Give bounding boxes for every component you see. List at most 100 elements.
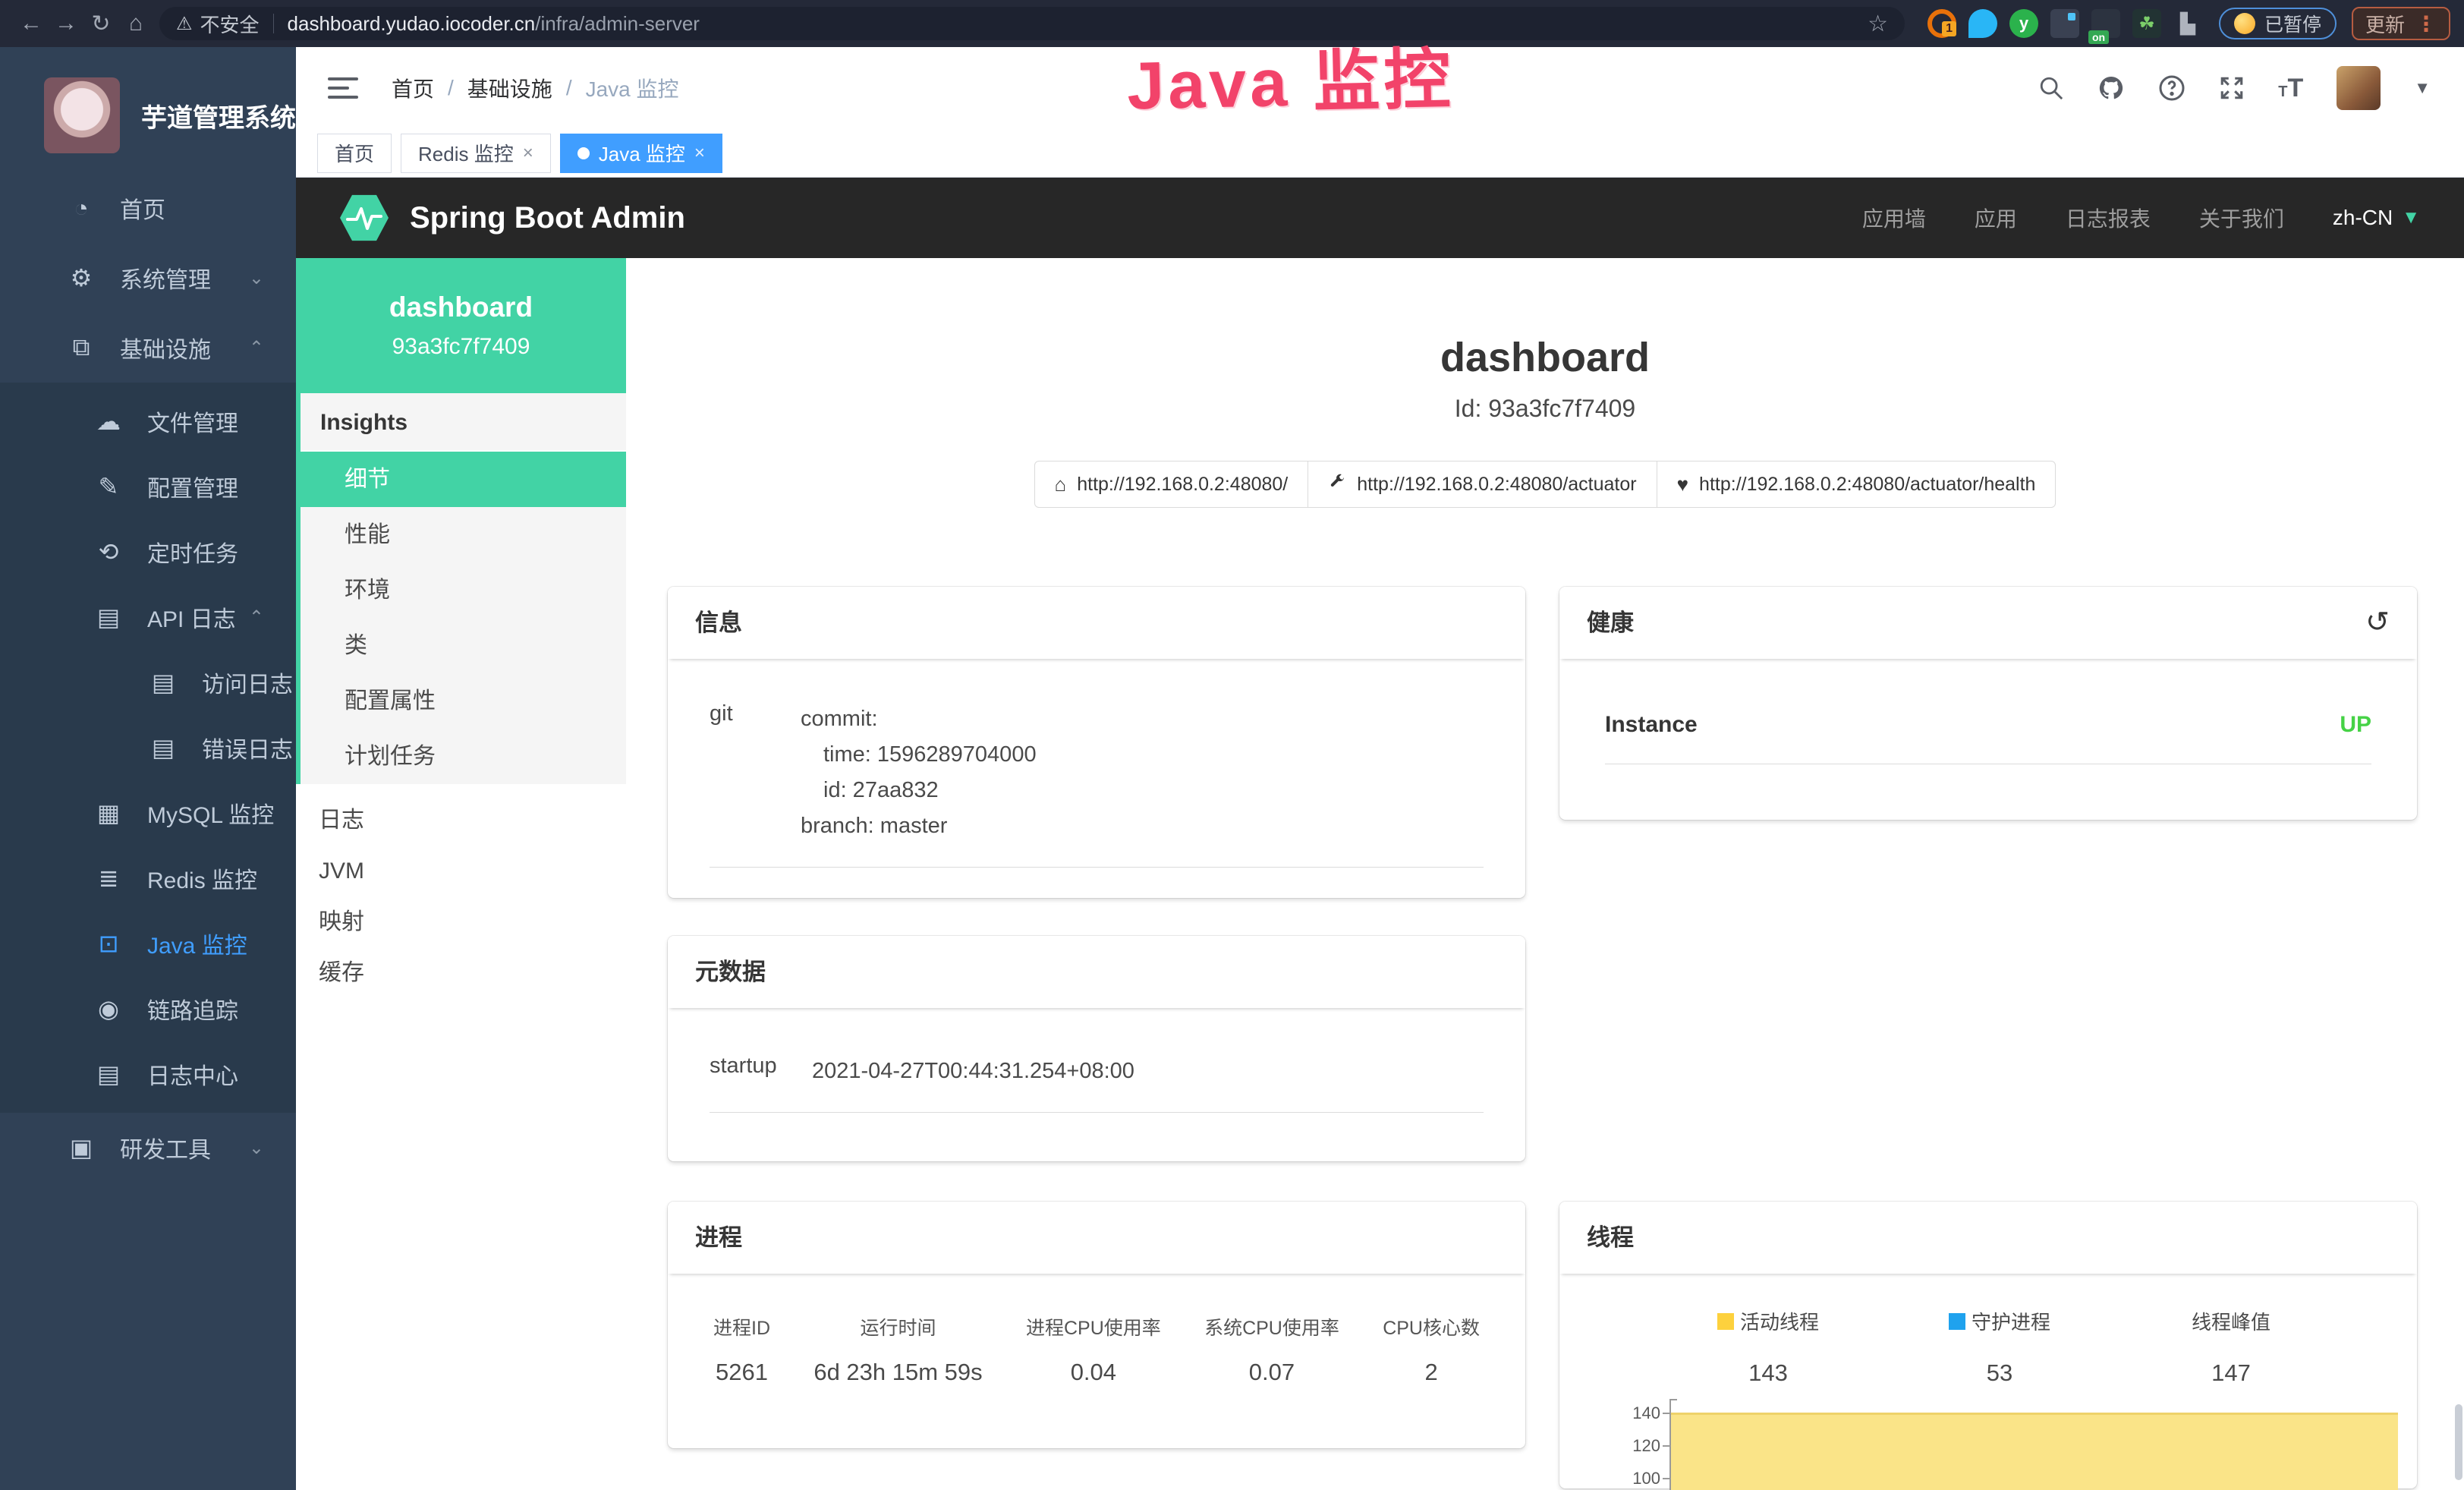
fullscreen-icon[interactable] xyxy=(2219,75,2245,101)
breadcrumb-infrastructure[interactable]: 基础设施 xyxy=(467,73,552,103)
actuator-url-button[interactable]: http://192.168.0.2:48080/actuator xyxy=(1308,461,1657,508)
sidebar-item-config-manage[interactable]: ✎ 配置管理 xyxy=(0,454,296,519)
sba-language-select[interactable]: zh-CN ▼ xyxy=(2333,206,2420,230)
menu-item-caches[interactable]: 缓存 xyxy=(296,947,626,998)
legend-swatch-daemon xyxy=(1949,1313,1965,1330)
sidebar-item-access-logs[interactable]: ▤ 访问日志 xyxy=(0,650,296,715)
health-card: 健康 ↺ Instance UP xyxy=(1559,587,2417,820)
extension-grid-icon[interactable] xyxy=(2050,9,2079,38)
metadata-card-title: 元数据 xyxy=(668,936,1525,1008)
health-instance-row[interactable]: Instance UP xyxy=(1605,712,2371,764)
dashboard-icon: ◔ xyxy=(64,194,99,222)
chevron-down-icon: ⌄ xyxy=(249,1137,264,1159)
active-tab-dot xyxy=(577,147,590,159)
history-icon[interactable]: ↺ xyxy=(2365,587,2390,659)
sidebar-item-mysql-monitor[interactable]: ▦ MySQL 监控 xyxy=(0,780,296,846)
help-icon[interactable] xyxy=(2158,74,2186,102)
extensions-puzzle-icon[interactable]: ▙ xyxy=(2173,9,2202,38)
ytick-100: 100 xyxy=(1601,1469,1660,1488)
home-icon[interactable]: ⌂ xyxy=(118,11,153,36)
sidebar-toggle-icon[interactable] xyxy=(328,77,358,99)
process-card: 进程 进程ID 5261 运行时间 6d 23h 15m 59s xyxy=(668,1202,1525,1448)
address-bar[interactable]: ⚠ 不安全 dashboard.yudao.iocoder.cn /infra/… xyxy=(159,7,1905,40)
sidebar-item-java-monitor[interactable]: ⊡ Java 监控 xyxy=(0,911,296,976)
close-icon[interactable]: × xyxy=(523,143,533,164)
profile-paused-chip[interactable]: 已暂停 xyxy=(2219,8,2337,39)
sba-nav-applications[interactable]: 应用 xyxy=(1975,203,2017,233)
back-icon[interactable]: ← xyxy=(14,11,49,36)
legend-swatch-live xyxy=(1717,1313,1734,1330)
menu-item-jvm[interactable]: JVM xyxy=(296,846,626,896)
sba-main-panel: dashboard Id: 93a3fc7f7409 ⌂ http://192.… xyxy=(626,258,2464,1490)
sidebar-item-system[interactable]: ⚙ 系统管理 ⌄ xyxy=(0,243,296,313)
menu-item-mappings[interactable]: 映射 xyxy=(296,896,626,947)
daemon-threads-legend: 守护进程 53 xyxy=(1893,1307,2106,1387)
java-monitor-icon: ⊡ xyxy=(91,929,126,958)
extension-leaf-icon[interactable]: ☘ xyxy=(2132,9,2161,38)
github-icon[interactable] xyxy=(2097,74,2125,102)
git-branch-line: branch: master xyxy=(801,808,1037,844)
breadcrumb-home[interactable]: 首页 xyxy=(392,73,434,103)
peak-threads-legend: 线程峰值 147 xyxy=(2106,1307,2356,1387)
sba-instance-sidebar: dashboard 93a3fc7f7409 Insights 细节 性能 环境… xyxy=(296,258,626,1490)
sba-nav-about[interactable]: 关于我们 xyxy=(2199,203,2284,233)
sba-navbar: Spring Boot Admin 应用墙 应用 日志报表 关于我们 zh-CN… xyxy=(296,178,2464,258)
sidebar-item-log-center[interactable]: ▤ 日志中心 xyxy=(0,1041,296,1107)
sidebar-item-home[interactable]: ◔ 首页 xyxy=(0,173,296,243)
forward-icon[interactable]: → xyxy=(49,11,83,36)
sidebar-item-redis-monitor[interactable]: ≣ Redis 监控 xyxy=(0,846,296,911)
service-url-button[interactable]: ⌂ http://192.168.0.2:48080/ xyxy=(1034,461,1309,508)
menu-item-environment[interactable]: 环境 xyxy=(301,562,626,618)
metadata-card: 元数据 startup 2021-04-27T00:44:31.254+08:0… xyxy=(668,936,1525,1161)
layers-icon: ≣ xyxy=(91,864,126,893)
page-scrollbar[interactable] xyxy=(2455,1404,2462,1480)
instance-id: 93a3fc7f7409 xyxy=(392,334,530,360)
sba-brand-title[interactable]: Spring Boot Admin xyxy=(410,201,685,235)
tab-home[interactable]: 首页 xyxy=(317,134,392,173)
live-threads-area xyxy=(1671,1413,2398,1490)
reload-icon[interactable]: ↻ xyxy=(83,11,118,37)
tab-redis-monitor[interactable]: Redis 监控 × xyxy=(401,134,551,173)
font-size-icon[interactable]: TT xyxy=(2278,75,2303,101)
menu-item-details[interactable]: 细节 xyxy=(296,452,626,507)
user-avatar[interactable] xyxy=(2337,66,2381,110)
sidebar-item-file-manage[interactable]: ☁ 文件管理 xyxy=(0,389,296,454)
sidebar-item-api-logs[interactable]: ▤ API 日志 ⌃ xyxy=(0,584,296,650)
sba-nav-journal[interactable]: 日志报表 xyxy=(2066,203,2151,233)
sidebar-item-dev-tools[interactable]: ▣ 研发工具 ⌄ xyxy=(0,1113,296,1183)
health-url-button[interactable]: ♥ http://192.168.0.2:48080/actuator/heal… xyxy=(1657,461,2056,508)
edit-icon: ✎ xyxy=(91,472,126,501)
threads-chart: 140 120 100 xyxy=(1559,1407,2417,1490)
extension-orange-icon[interactable]: 1 xyxy=(1927,9,1956,38)
menu-item-config-props[interactable]: 配置属性 xyxy=(301,673,626,729)
close-icon[interactable]: × xyxy=(694,143,705,164)
chevron-up-icon: ⌃ xyxy=(249,606,264,628)
extension-pin-icon[interactable] xyxy=(1968,9,1997,38)
wrench-icon xyxy=(1328,473,1346,496)
update-label: 更新 xyxy=(2365,10,2405,38)
tab-java-monitor[interactable]: Java 监控 × xyxy=(560,134,722,173)
sidebar-item-infrastructure[interactable]: ⧉ 基础设施 ⌃ xyxy=(0,313,296,383)
menu-item-metrics[interactable]: 性能 xyxy=(301,507,626,562)
gear-icon: ⚙ xyxy=(64,263,99,292)
instance-header[interactable]: dashboard 93a3fc7f7409 xyxy=(296,258,626,393)
sidebar-item-error-logs[interactable]: ▤ 错误日志 xyxy=(0,715,296,780)
browser-update-button[interactable]: 更新 ⋮ xyxy=(2352,7,2450,40)
metadata-startup-row: startup 2021-04-27T00:44:31.254+08:00 xyxy=(710,1054,1484,1113)
extension-switch-icon[interactable]: on xyxy=(2091,9,2120,38)
sidebar-item-tracing[interactable]: ◉ 链路追踪 xyxy=(0,976,296,1041)
browser-menu-icon[interactable]: ⋮ xyxy=(2415,11,2437,36)
menu-item-scheduled-tasks[interactable]: 计划任务 xyxy=(301,729,626,784)
avatar-caret-icon[interactable]: ▼ xyxy=(2414,78,2431,98)
search-icon[interactable] xyxy=(2038,75,2064,101)
spring-boot-admin-logo xyxy=(340,194,389,242)
sba-nav-wallboard[interactable]: 应用墙 xyxy=(1862,203,1926,233)
menu-item-classes[interactable]: 类 xyxy=(301,618,626,673)
extension-y-icon[interactable]: y xyxy=(2009,9,2038,38)
url-host: dashboard.yudao.iocoder.cn xyxy=(288,12,536,36)
bookmark-star-icon[interactable]: ☆ xyxy=(1868,11,1888,37)
peak-threads-value: 147 xyxy=(2106,1359,2356,1387)
sidebar-item-scheduled-jobs[interactable]: ⟲ 定时任务 xyxy=(0,519,296,584)
app-logo xyxy=(44,77,120,153)
menu-item-logs[interactable]: 日志 xyxy=(296,795,626,846)
